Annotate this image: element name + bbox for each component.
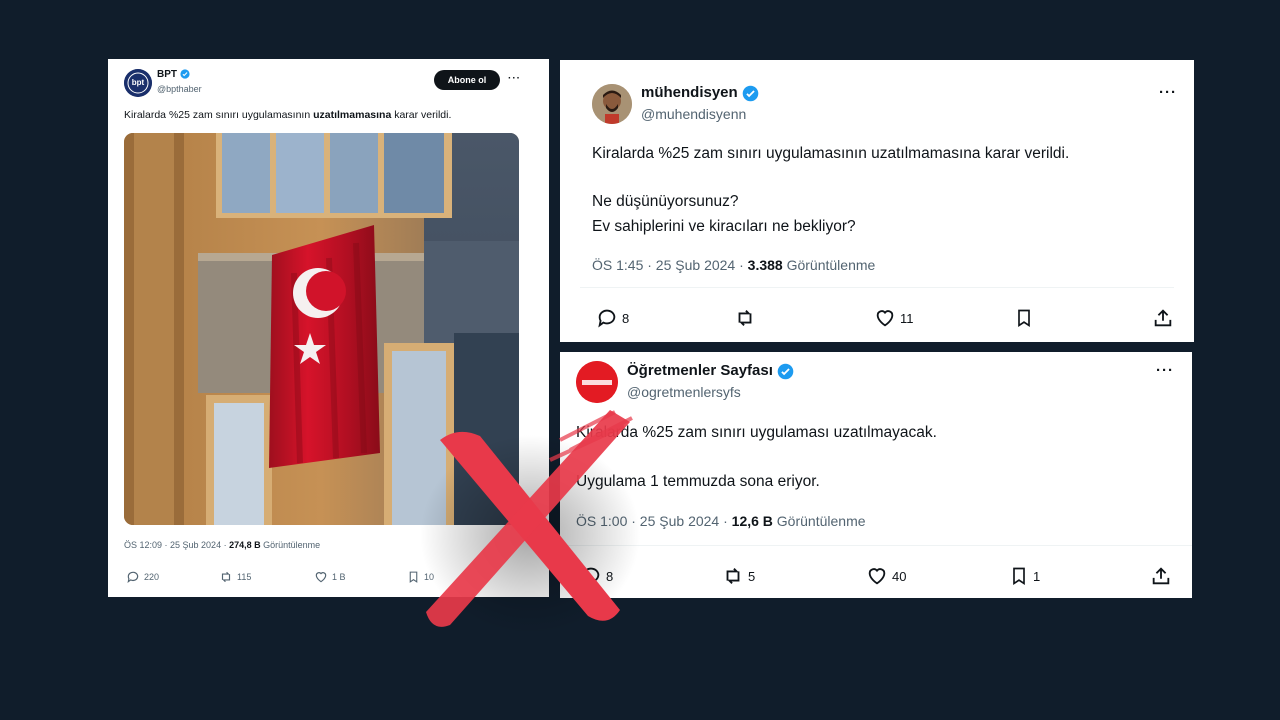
author-handle[interactable]: @bpthaber [157,84,202,94]
avatar[interactable] [592,84,632,124]
share-button[interactable] [1152,307,1174,329]
reply-icon [127,571,139,584]
heart-icon [868,568,886,585]
author-name[interactable]: Öğretmenler Sayfası [627,362,794,380]
heart-icon [876,310,894,327]
more-options-icon[interactable]: ··· [1156,362,1174,379]
verified-badge-icon [777,363,794,379]
tweet-text-line-2: Uygulama 1 temmuzda sona eriyor. [576,473,820,490]
heart-icon [315,572,327,583]
author-handle[interactable]: @muhendisyenn [641,106,746,122]
tweet-timestamp[interactable]: ÖS 1:00 · 25 Şub 2024 · 12,6 B Görüntüle… [576,513,866,529]
bookmark-button[interactable] [1014,307,1034,329]
avatar-logo-text: bpt [131,78,145,87]
verified-badge-icon [180,69,190,79]
verified-badge-icon [742,85,759,101]
tweet-text: Kiralarda %25 zam sınırı uygulamasının u… [124,109,452,121]
reply-icon [582,567,600,586]
repost-button[interactable]: 5 [722,565,755,587]
tweet-text-line-2: Ne düşünüyorsunuz? [592,193,739,210]
reply-icon [598,309,616,328]
avatar[interactable] [576,361,618,403]
tweet-timestamp[interactable]: ÖS 1:45 · 25 Şub 2024 · 3.388 Görüntülen… [592,257,875,273]
follow-button[interactable]: Abone ol [434,70,500,90]
bookmark-icon [1013,567,1025,586]
more-options-icon[interactable]: ··· [1159,84,1177,101]
avatar[interactable]: bpt [124,69,152,97]
tweet-text-line-3: Ev sahiplerini ve kiracıları ne bekliyor… [592,218,856,235]
tweet-photo[interactable] [124,133,519,525]
share-icon [1152,567,1170,585]
like-button[interactable]: 11 [874,307,914,329]
tweet-card-muhendisyen: mühendisyen @muhendisyenn ··· Kiralarda … [560,60,1194,342]
repost-icon [738,310,752,326]
tweet-timestamp[interactable]: ÖS 12:09 · 25 Şub 2024 · 274,8 B Görüntü… [124,540,320,550]
like-button[interactable]: 40 [866,565,906,587]
repost-button[interactable]: 115 [219,570,251,584]
bookmark-button[interactable]: 10 [407,570,434,584]
building-flag-image [124,133,519,525]
person-avatar-icon [592,84,632,124]
share-button[interactable] [1150,565,1172,587]
divider [580,287,1174,288]
bookmark-button[interactable]: 1 [1009,565,1040,587]
author-handle[interactable]: @ogretmenlersyfs [627,384,741,400]
ogretmenler-logo-icon [576,361,618,403]
divider [560,545,1192,546]
repost-icon [221,571,231,583]
bookmark-icon [409,571,418,583]
reply-button[interactable]: 220 [126,570,159,584]
more-options-icon[interactable]: ··· [508,73,521,84]
tweet-card-ogretmenler: Öğretmenler Sayfası @ogretmenlersyfs ···… [560,352,1192,598]
author-name[interactable]: BPT [157,69,190,80]
bookmark-icon [1018,309,1030,328]
reply-button[interactable]: 8 [580,565,613,587]
author-name[interactable]: mühendisyen [641,84,759,102]
tweet-text-line-1: Kiralarda %25 zam sınırı uygulaması uzat… [576,424,937,441]
tweet-text-line-1: Kiralarda %25 zam sınırı uygulamasının u… [592,145,1070,162]
reply-button[interactable]: 8 [596,307,629,329]
like-button[interactable]: 1 B [314,570,346,584]
tweet-card-bpt: bpt BPT @bpthaber Abone ol ··· Kiralarda… [108,59,549,597]
share-icon [1154,309,1172,327]
repost-button[interactable] [734,307,756,329]
repost-icon [726,568,740,584]
